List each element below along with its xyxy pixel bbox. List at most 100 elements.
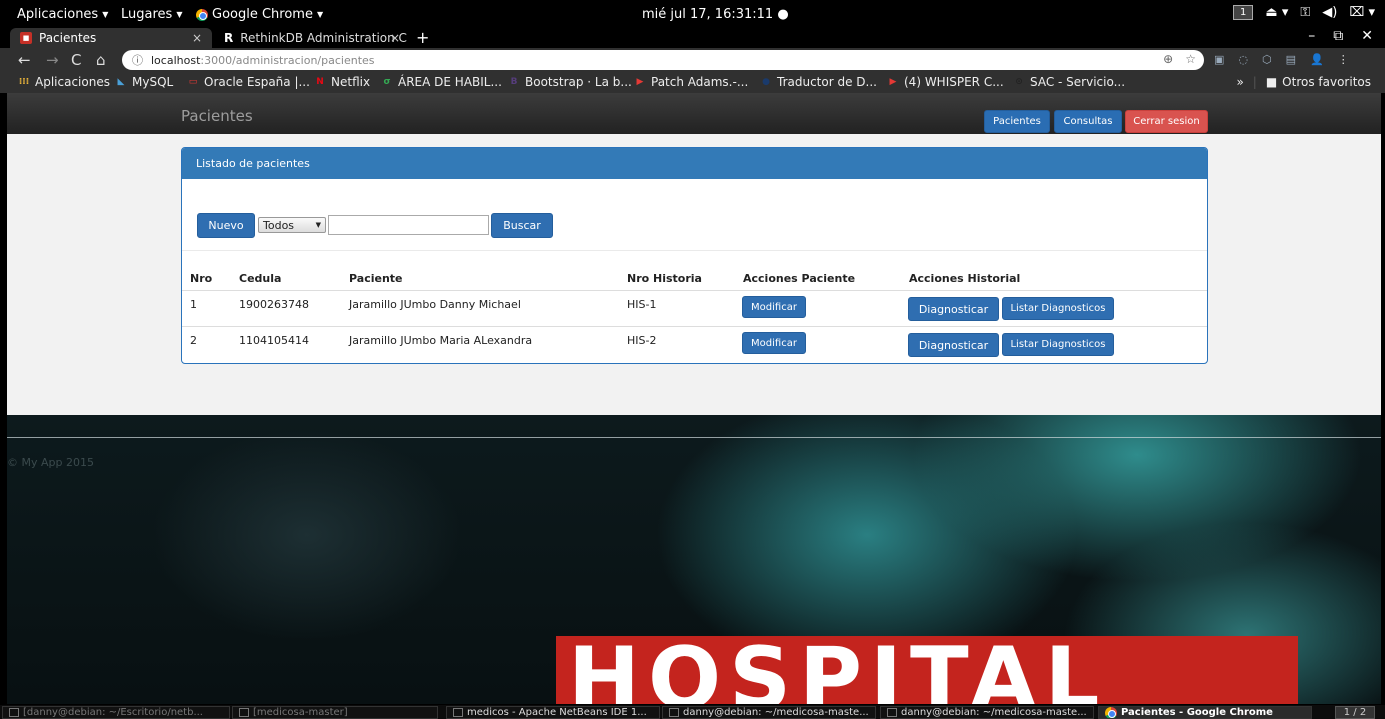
apps-menu[interactable]: Aplicaciones ▼ (17, 7, 108, 22)
chevron-double-right-icon[interactable]: » (1236, 75, 1243, 89)
cell-cedula: 1900263748 (239, 298, 309, 311)
patients-panel: Listado de pacientes Nuevo Todos ▼ Busca… (181, 147, 1208, 364)
bookmark-label: Aplicaciones (35, 75, 110, 89)
taskbar-item[interactable]: [medicosa-master] (232, 706, 438, 719)
zoom-icon[interactable]: ⊕ (1163, 52, 1173, 66)
extension-icon[interactable]: ▣ (1214, 53, 1224, 66)
taskbar-item[interactable]: medicos - Apache NetBeans IDE 1... (446, 706, 660, 719)
forward-icon[interactable]: → (46, 51, 59, 69)
bookmark-item[interactable]: ▶ (4) WHISPER C... (887, 75, 1004, 89)
taskbar-item-active[interactable]: Pacientes - Google Chrome (1098, 706, 1312, 719)
hospital-banner-text: HOSPITAL (568, 636, 1108, 704)
bookmarks-bar: » | ■ Otros favoritos ⁞⁞⁞ Aplicaciones ◣ My… (0, 72, 1385, 93)
header-acciones-paciente: Acciones Paciente (743, 272, 856, 285)
tab-pacientes[interactable]: ■ Pacientes × (10, 28, 212, 48)
filter-select-value: Todos (263, 218, 295, 232)
bookmark-label: Patch Adams.-... (651, 75, 749, 89)
header-nro-historia: Nro Historia (627, 272, 702, 285)
eject-icon[interactable]: ⏏ ▾ (1265, 5, 1288, 20)
tab-title: RethinkDB Administration C (240, 31, 407, 45)
other-bookmarks[interactable]: » | ■ Otros favoritos (1236, 75, 1371, 89)
bookmark-favicon-icon: ▭ (188, 77, 198, 87)
extension-icon[interactable]: ⬡ (1262, 53, 1272, 66)
close-window-icon[interactable]: ✕ (1361, 28, 1373, 44)
bookmark-item[interactable]: ▭ Oracle España |... (187, 75, 310, 89)
bookmark-favicon-icon: ▶ (636, 77, 644, 87)
taskbar-item-label: medicos - Apache NetBeans IDE 1... (467, 707, 647, 718)
bookmark-item[interactable]: σ ÁREA DE HABIL... (381, 75, 502, 89)
search-button[interactable]: Buscar (491, 213, 553, 238)
folder-icon (239, 708, 249, 717)
places-menu[interactable]: Lugares ▼ (121, 7, 182, 22)
bookmark-item[interactable]: ● Traductor de D... (760, 75, 877, 89)
workspace-indicator[interactable]: 1 (1233, 5, 1254, 20)
active-app-menu[interactable]: Google Chrome ▼ (196, 7, 323, 22)
translate-icon[interactable]: ▤ (1286, 53, 1296, 66)
modify-button[interactable]: Modificar (742, 296, 806, 318)
bookmark-item[interactable]: ◣ MySQL (115, 75, 174, 89)
reload-icon[interactable]: C (71, 51, 81, 69)
chevron-down-icon: ▼ (102, 10, 109, 19)
bookmark-label: ÁREA DE HABIL... (398, 75, 502, 89)
bookmark-item[interactable]: B Bootstrap · La b... (508, 75, 632, 89)
address-bar[interactable]: ⓘ localhost:3000/administracion/paciente… (122, 50, 1204, 70)
bookmark-item[interactable]: ▶ Patch Adams.-... (634, 75, 749, 89)
active-app-label: Google Chrome (212, 7, 313, 22)
browser-toolbar: ← → C ⌂ ⓘ localhost:3000/administracion/… (0, 48, 1385, 72)
nav-consultas-button[interactable]: Consultas (1054, 110, 1122, 133)
workspace-pager[interactable]: 1 / 2 (1335, 706, 1375, 719)
bookmark-label: (4) WHISPER C... (904, 75, 1004, 89)
bookmark-label: SAC - Servicio... (1030, 75, 1126, 89)
bookmark-favicon-icon: ▶ (889, 77, 897, 87)
clock-label: mié jul 17, 16:31:11 (642, 7, 774, 22)
taskbar-item[interactable]: [danny@debian: ~/Escritorio/netb... (2, 706, 230, 719)
bookmark-item[interactable]: ⁞⁞⁞ Aplicaciones (18, 75, 110, 89)
volume-icon[interactable]: ◀) (1322, 5, 1337, 20)
divider (182, 250, 1207, 251)
header-paciente: Paciente (349, 272, 403, 285)
bookmark-item[interactable]: N Netflix (314, 75, 370, 89)
apps-menu-label: Aplicaciones (17, 7, 99, 22)
bookmark-item[interactable]: ⊙ SAC - Servicio... (1013, 75, 1125, 89)
header-cedula: Cedula (239, 272, 282, 285)
logout-button[interactable]: Cerrar sesion (1125, 110, 1208, 133)
minimize-icon[interactable]: – (1308, 28, 1315, 44)
bookmark-star-icon[interactable]: ☆ (1185, 52, 1196, 66)
battery-icon[interactable]: ⌧ ▾ (1349, 5, 1375, 20)
profile-icon[interactable]: 👤 (1310, 53, 1324, 66)
network-icon[interactable]: ⚿ (1300, 5, 1310, 20)
maximize-icon[interactable]: ⧉ (1333, 28, 1343, 44)
new-tab-button[interactable]: + (416, 28, 429, 47)
site-info-icon[interactable]: ⓘ (132, 52, 143, 68)
modify-button[interactable]: Modificar (742, 332, 806, 354)
taskbar-item[interactable]: danny@debian: ~/medicosa-maste... (880, 706, 1094, 719)
taskbar-item[interactable]: danny@debian: ~/medicosa-maste... (662, 706, 876, 719)
back-icon[interactable]: ← (18, 51, 31, 69)
url-host: localhost (151, 53, 201, 67)
row-divider (182, 326, 1207, 327)
extensions-area: ▣ ◌ ⬡ ▤ 👤 ⋮ (1214, 53, 1349, 66)
extension-icon[interactable]: ◌ (1238, 53, 1248, 66)
hospital-banner: HOSPITAL (556, 636, 1298, 704)
list-diagnoses-button[interactable]: Listar Diagnosticos (1002, 333, 1114, 356)
search-input[interactable] (328, 215, 489, 235)
diagnose-button[interactable]: Diagnosticar (908, 333, 999, 357)
filter-select[interactable]: Todos ▼ (258, 217, 326, 233)
taskbar-item-label: [medicosa-master] (253, 707, 348, 718)
new-patient-button[interactable]: Nuevo (197, 213, 255, 238)
bookmark-label: Oracle España |... (204, 75, 310, 89)
bookmark-favicon-icon: ⁞⁞⁞ (18, 77, 30, 87)
header-acciones-historial: Acciones Historial (909, 272, 1021, 285)
menu-kebab-icon[interactable]: ⋮ (1338, 53, 1349, 66)
system-tray[interactable]: 1 ⏏ ▾ ⚿ ◀) ⌧ ▾ (1233, 5, 1375, 20)
diagnose-button[interactable]: Diagnosticar (908, 297, 999, 321)
app-brand[interactable]: Pacientes (181, 107, 253, 125)
home-icon[interactable]: ⌂ (96, 51, 106, 69)
other-bookmarks-label: Otros favoritos (1282, 75, 1371, 89)
close-tab-icon[interactable]: × (390, 31, 400, 45)
clock[interactable]: mié jul 17, 16:31:11 ● (642, 7, 789, 22)
list-diagnoses-button[interactable]: Listar Diagnosticos (1002, 297, 1114, 320)
tab-rethinkdb[interactable]: R RethinkDB Administration C × (214, 28, 410, 48)
close-tab-icon[interactable]: × (192, 31, 202, 45)
nav-pacientes-button[interactable]: Pacientes (984, 110, 1050, 133)
